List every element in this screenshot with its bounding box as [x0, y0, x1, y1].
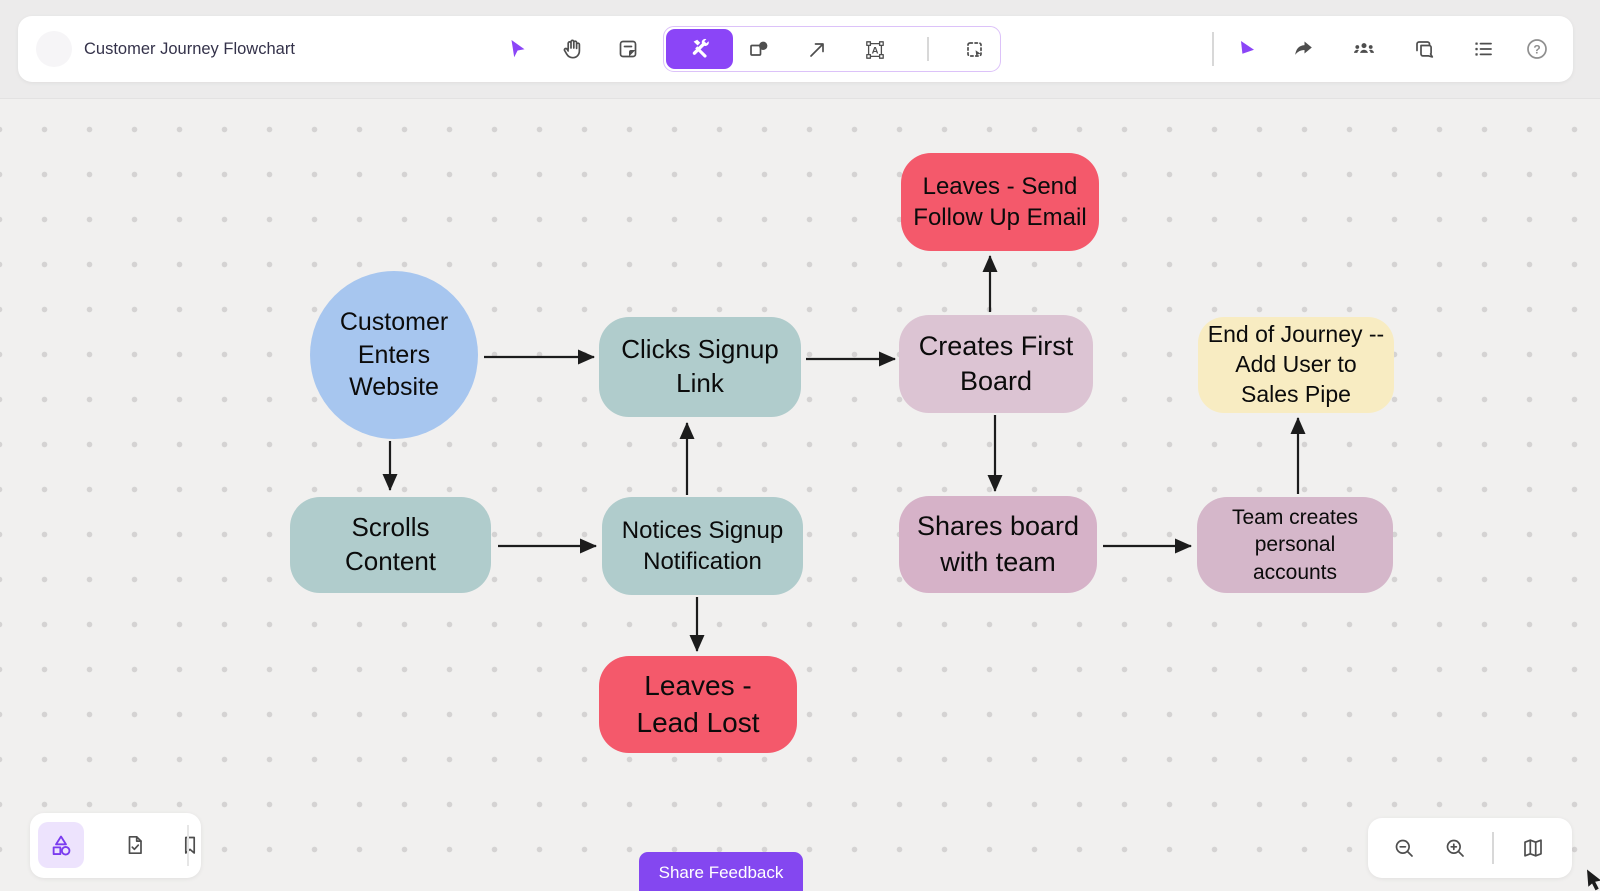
lasso-select-icon: [963, 38, 987, 62]
whiteboard-app: Customer Enters Website Clicks Signup Li…: [0, 0, 1600, 891]
task-doc-button[interactable]: [117, 827, 153, 863]
node-leaves-lead-lost[interactable]: Leaves - Lead Lost: [599, 656, 797, 753]
text-frame-icon: A: [863, 38, 887, 62]
shapes-library-button-active[interactable]: [38, 822, 84, 868]
minimap-button[interactable]: [1515, 830, 1551, 866]
drawing-tool-group: A: [663, 26, 1001, 72]
board-title[interactable]: Customer Journey Flowchart: [84, 16, 295, 82]
bookmark-icon: [178, 833, 202, 857]
minimap-icon: [1521, 836, 1545, 860]
svg-text:?: ?: [1533, 42, 1540, 56]
node-shares-board-with-team[interactable]: Shares board with team: [899, 496, 1097, 593]
zoom-panel: [1368, 818, 1572, 878]
tools-icon: [688, 37, 712, 61]
panel-divider: [1492, 832, 1494, 864]
task-doc-icon: [123, 833, 147, 857]
list-view-button[interactable]: [1465, 31, 1501, 67]
collaborators-icon: [1351, 36, 1377, 62]
node-notices-signup-notification[interactable]: Notices Signup Notification: [602, 497, 803, 595]
node-scrolls-content[interactable]: Scrolls Content: [290, 497, 491, 593]
shapes-icon: [747, 38, 771, 62]
comments-icon: [1412, 37, 1436, 61]
sticky-note-icon: [616, 37, 640, 61]
library-panel: [30, 813, 201, 878]
sticky-note-tool-button[interactable]: [610, 31, 646, 67]
node-customer-enters-website[interactable]: Customer Enters Website: [310, 271, 478, 439]
panel-divider: [187, 825, 189, 866]
top-toolbar: Customer Journey Flowchart: [18, 16, 1573, 82]
lasso-select-button[interactable]: [957, 32, 993, 68]
bookmark-button[interactable]: [172, 827, 208, 863]
node-end-of-journey[interactable]: End of Journey -- Add User to Sales Pipe: [1198, 317, 1394, 413]
zoom-in-button[interactable]: [1437, 830, 1473, 866]
node-team-creates-personal-accounts[interactable]: Team creates personal accounts: [1197, 497, 1393, 593]
connector-arrow-icon: [805, 38, 829, 62]
node-leaves-send-follow-up-email[interactable]: Leaves - Send Follow Up Email: [901, 153, 1099, 251]
node-clicks-signup-link[interactable]: Clicks Signup Link: [599, 317, 801, 417]
select-cursor-icon: [505, 37, 529, 61]
share-icon: [1291, 37, 1315, 61]
help-icon: ?: [1524, 36, 1550, 62]
share-button[interactable]: [1285, 31, 1321, 67]
text-tool-button[interactable]: A: [857, 32, 893, 68]
help-button[interactable]: ?: [1519, 31, 1555, 67]
tools-button-active[interactable]: [666, 29, 733, 69]
toolbar-divider: [927, 37, 929, 61]
app-logo[interactable]: [36, 31, 72, 67]
pan-tool-button[interactable]: [555, 31, 591, 67]
toolbar-divider: [1212, 32, 1214, 66]
laser-pointer-button[interactable]: [1228, 31, 1264, 67]
shapes-library-icon: [48, 832, 74, 858]
svg-text:A: A: [872, 45, 879, 56]
comments-button[interactable]: [1406, 31, 1442, 67]
collaborators-button[interactable]: [1346, 31, 1382, 67]
laser-pointer-icon: [1234, 37, 1258, 61]
share-feedback-button[interactable]: Share Feedback: [639, 852, 803, 891]
hand-pan-icon: [561, 37, 585, 61]
list-icon: [1471, 37, 1495, 61]
connector-tool-button[interactable]: [799, 32, 835, 68]
whiteboard-canvas[interactable]: [0, 98, 1600, 891]
select-tool-button[interactable]: [499, 31, 535, 67]
zoom-in-icon: [1443, 836, 1467, 860]
shapes-tool-button[interactable]: [741, 32, 777, 68]
zoom-out-icon: [1392, 836, 1416, 860]
node-creates-first-board[interactable]: Creates First Board: [899, 315, 1093, 413]
mouse-cursor: [1587, 869, 1600, 891]
zoom-out-button[interactable]: [1386, 830, 1422, 866]
